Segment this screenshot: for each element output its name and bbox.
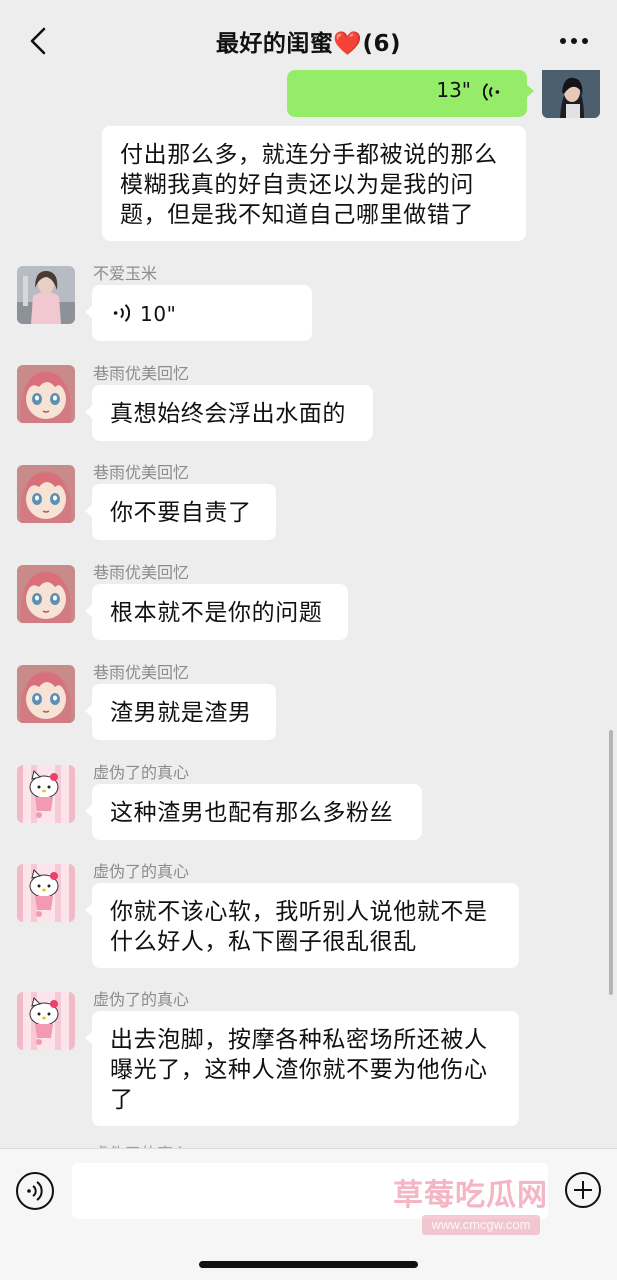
sender-name: 虚伪了的真心	[93, 862, 190, 881]
more-icon[interactable]	[559, 36, 589, 46]
sender-name: 虚伪了的真心	[93, 1140, 189, 1148]
message-text: 这种渣男也配有那么多粉丝	[110, 800, 394, 826]
message-bubble[interactable]: 这种渣男也配有那么多粉丝	[85, 784, 422, 840]
voice-duration: 13"	[436, 78, 471, 102]
own-avatar[interactable]	[542, 70, 600, 118]
sender-name: 巷雨优美回忆	[93, 663, 190, 682]
sender-name: 巷雨优美回忆	[93, 364, 190, 383]
own-voice-bubble[interactable]: 13"	[287, 70, 534, 117]
voice-duration: 10"	[140, 302, 177, 326]
message-bubble[interactable]: 你就不该心软，我听别人说他就不是什么好人，私下圈子很乱很乱	[85, 883, 519, 968]
avatar-xiangyu[interactable]	[17, 465, 75, 523]
voice-message-bubble[interactable]: 10"	[85, 285, 312, 341]
message-text: 付出那么多，就连分手都被说的那么模糊我真的好自责还以为是我的问题，但是我不知道自…	[120, 142, 498, 228]
voice-wave-icon	[483, 83, 500, 101]
avatar-xuwei[interactable]	[17, 992, 75, 1050]
avatar-xiangyu[interactable]	[17, 365, 75, 423]
message-bubble[interactable]: 渣男就是渣男	[85, 684, 276, 740]
sender-name: 不爱玉米	[93, 264, 158, 283]
message-bubble[interactable]: 付出那么多，就连分手都被说的那么模糊我真的好自责还以为是我的问题，但是我不知道自…	[102, 126, 526, 241]
message-text: 真想始终会浮出水面的	[110, 401, 346, 427]
sender-name: 虚伪了的真心	[93, 763, 190, 782]
message-text: 你就不该心软，我听别人说他就不是什么好人，私下圈子很乱很乱	[110, 899, 488, 955]
avatar-xiangyu[interactable]	[17, 665, 75, 723]
message-text: 根本就不是你的问题	[110, 600, 323, 626]
avatar-xiangyu[interactable]	[17, 565, 75, 623]
message-text: 你不要自责了	[110, 500, 252, 526]
sender-name: 虚伪了的真心	[93, 990, 190, 1009]
chat-header: 最好的闺蜜❤️(6)	[0, 0, 617, 78]
message-bubble[interactable]: 真想始终会浮出水面的	[85, 385, 373, 441]
message-bubble[interactable]: 根本就不是你的问题	[85, 584, 348, 640]
watermark-text: 草莓吃瓜网	[393, 1178, 548, 1213]
plus-icon[interactable]	[564, 1171, 602, 1209]
voice-wave-icon	[113, 304, 130, 322]
sender-name: 巷雨优美回忆	[93, 563, 190, 582]
message-bubble[interactable]: 你不要自责了	[85, 484, 276, 540]
sender-name: 巷雨优美回忆	[93, 463, 190, 482]
message-text: 渣男就是渣男	[110, 700, 252, 726]
watermark-url: www.cmcgw.com	[422, 1215, 540, 1235]
home-indicator[interactable]	[199, 1261, 418, 1268]
message-bubble[interactable]: 出去泡脚，按摩各种私密场所还被人曝光了，这种人渣你就不要为他伤心了	[85, 1011, 519, 1126]
avatar-buaiyumi[interactable]	[17, 266, 75, 324]
chat-title[interactable]: 最好的闺蜜❤️(6)	[0, 24, 617, 58]
message-text: 出去泡脚，按摩各种私密场所还被人曝光了，这种人渣你就不要为他伤心了	[110, 1027, 488, 1113]
avatar-xuwei[interactable]	[17, 864, 75, 922]
voice-input-icon[interactable]	[15, 1171, 55, 1211]
avatar-xuwei[interactable]	[17, 765, 75, 823]
scrollbar[interactable]	[609, 730, 613, 995]
